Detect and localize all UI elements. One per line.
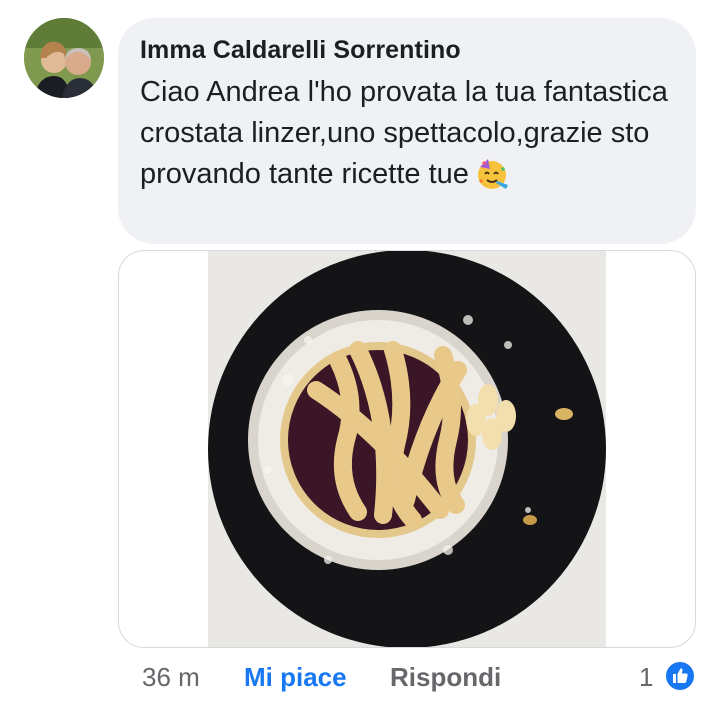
photo-image[interactable] bbox=[208, 251, 606, 647]
photo-attachment[interactable] bbox=[118, 250, 696, 648]
comment-text-container: Ciao Andrea l'ho provata la tua fantasti… bbox=[140, 72, 680, 203]
comment-author[interactable]: Imma Caldarelli Sorrentino bbox=[140, 34, 674, 66]
reply-button[interactable]: Rispondi bbox=[390, 662, 501, 693]
comment-timestamp[interactable]: 36 m bbox=[142, 662, 200, 693]
partying-face-icon bbox=[475, 157, 509, 203]
like-reaction-icon[interactable] bbox=[664, 660, 696, 692]
reaction-count[interactable]: 1 bbox=[639, 662, 653, 693]
comment-bubble: Imma Caldarelli Sorrentino Ciao Andrea l… bbox=[118, 18, 696, 244]
like-button[interactable]: Mi piace bbox=[244, 662, 347, 693]
avatar[interactable] bbox=[24, 18, 104, 98]
comment-actions: 36 m Mi piace Rispondi 1 bbox=[0, 660, 720, 700]
comment-text: Ciao Andrea l'ho provata la tua fantasti… bbox=[140, 76, 668, 190]
